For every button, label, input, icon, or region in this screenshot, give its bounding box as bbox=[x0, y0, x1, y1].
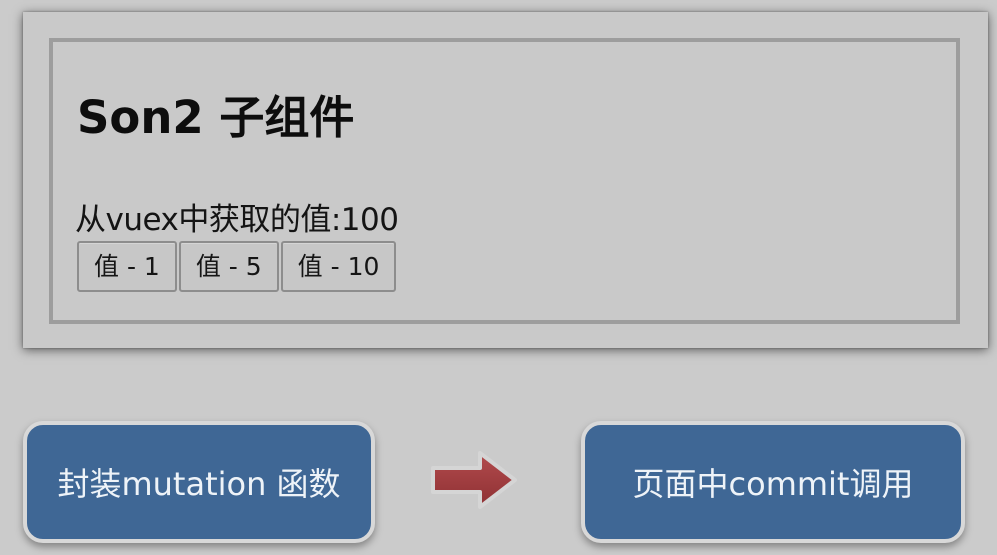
commit-call-box: 页面中commit调用 bbox=[581, 421, 965, 543]
right-arrow-icon bbox=[431, 451, 517, 509]
son2-component-box: Son2 子组件 从vuex中获取的值:100 值 - 1 值 - 5 值 - … bbox=[49, 38, 960, 324]
vuex-value-text: 从vuex中获取的值:100 bbox=[75, 202, 399, 238]
decrement-1-button[interactable]: 值 - 1 bbox=[77, 241, 177, 292]
mutation-function-box: 封装mutation 函数 bbox=[23, 421, 375, 543]
right-arrow-icon bbox=[428, 448, 520, 512]
value-button-row: 值 - 1 值 - 5 值 - 10 bbox=[77, 241, 397, 292]
component-title: Son2 子组件 bbox=[77, 91, 355, 144]
decrement-5-button[interactable]: 值 - 5 bbox=[178, 241, 279, 292]
decrement-10-button[interactable]: 值 - 10 bbox=[280, 241, 397, 292]
screenshot-panel: Son2 子组件 从vuex中获取的值:100 值 - 1 值 - 5 值 - … bbox=[23, 12, 988, 348]
